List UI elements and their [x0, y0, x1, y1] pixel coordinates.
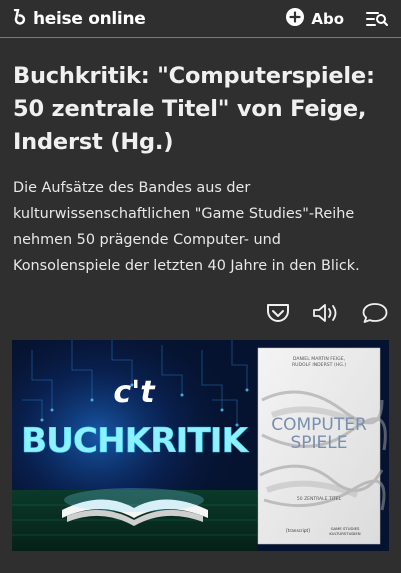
article: Buchkritik: "Computerspiele: 50 zentrale…: [0, 60, 401, 327]
top-bar: heise online Abo: [0, 0, 401, 38]
brand-logo[interactable]: heise online: [12, 8, 146, 29]
hero-illustration: c't BUCHKRITIK DANIEL MARTIN FEIGE, RUDO…: [12, 340, 389, 551]
comment-icon[interactable]: [362, 302, 388, 324]
heise-logo-icon: [12, 8, 28, 29]
article-teaser: Die Aufsätze des Bandes aus der kulturwi…: [13, 180, 360, 274]
book-subtitle: 50 ZENTRALE TITEL: [297, 496, 342, 502]
book-authors-line1: DANIEL MARTIN FEIGE,: [293, 356, 346, 362]
read-aloud-icon[interactable]: [312, 302, 340, 324]
book-title-line1: COMPUTER: [271, 415, 367, 435]
buchkritik-banner: BUCHKRITIK: [21, 421, 250, 461]
abo-button[interactable]: Abo: [286, 7, 344, 30]
ct-logo: c't: [113, 375, 156, 410]
article-actions: [13, 299, 388, 327]
book-authors-line2: RUDOLF INDERST (HG.): [292, 362, 346, 368]
hero-image[interactable]: c't BUCHKRITIK DANIEL MARTIN FEIGE, RUDO…: [12, 340, 389, 551]
book-title-line2: SPIELE: [290, 433, 347, 453]
menu-search-icon[interactable]: [366, 10, 388, 28]
book-cover: DANIEL MARTIN FEIGE, RUDOLF INDERST (HG.…: [257, 347, 387, 545]
abo-label: Abo: [311, 9, 344, 28]
book-series-line2: KULTURSTUDIEN: [329, 531, 360, 536]
pocket-icon[interactable]: [266, 302, 290, 324]
brand-name: heise online: [33, 8, 146, 29]
article-title[interactable]: Buchkritik: "Computerspiele: 50 zentrale…: [13, 60, 388, 159]
plus-circle-icon: [286, 7, 305, 30]
book-publisher: [transcript]: [286, 528, 310, 533]
